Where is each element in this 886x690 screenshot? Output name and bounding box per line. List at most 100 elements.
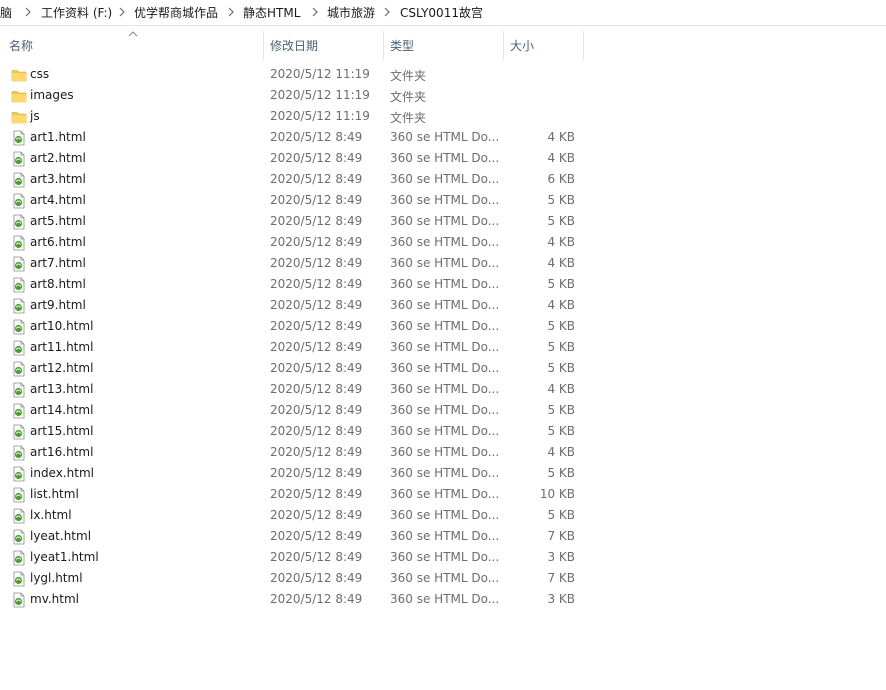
file-row[interactable]: art10.html 2020/5/12 8:49 360 se HTML Do..… <box>0 317 886 338</box>
file-type: 360 se HTML Do... <box>390 382 500 396</box>
file-size: 7 KB <box>547 529 575 543</box>
file-size: 10 KB <box>539 487 575 501</box>
file-size: 4 KB <box>547 445 575 459</box>
file-size: 5 KB <box>547 508 575 522</box>
file-row[interactable]: art4.html 2020/5/12 8:49 360 se HTML Do...… <box>0 191 886 212</box>
file-row[interactable]: mv.html 2020/5/12 8:49 360 se HTML Do... 3 … <box>0 590 886 611</box>
file-row[interactable]: art12.html 2020/5/12 8:49 360 se HTML Do..… <box>0 359 886 380</box>
file-row[interactable]: art15.html 2020/5/12 8:49 360 se HTML Do..… <box>0 422 886 443</box>
column-header-name[interactable]: 名称 <box>9 34 33 58</box>
file-type: 360 se HTML Do... <box>390 592 500 606</box>
file-date: 2020/5/12 8:49 <box>270 256 363 270</box>
file-type: 360 se HTML Do... <box>390 571 500 585</box>
file-type: 360 se HTML Do... <box>390 277 500 291</box>
file-row[interactable]: js 2020/5/12 11:19 文件夹 <box>0 107 886 128</box>
column-divider[interactable] <box>583 31 584 60</box>
file-size: 3 KB <box>547 550 575 564</box>
file-size: 4 KB <box>547 151 575 165</box>
file-row[interactable]: art13.html 2020/5/12 8:49 360 se HTML Do..… <box>0 380 886 401</box>
html-file-icon <box>11 193 27 209</box>
file-row[interactable]: art7.html 2020/5/12 8:49 360 se HTML Do...… <box>0 254 886 275</box>
file-row[interactable]: art16.html 2020/5/12 8:49 360 se HTML Do..… <box>0 443 886 464</box>
file-name: art13.html <box>30 382 94 396</box>
column-divider[interactable] <box>383 31 384 60</box>
file-row[interactable]: index.html 2020/5/12 8:49 360 se HTML Do..… <box>0 464 886 485</box>
breadcrumb-item-drive[interactable]: 工作资料 (F:) <box>41 4 112 21</box>
file-row[interactable]: art8.html 2020/5/12 8:49 360 se HTML Do...… <box>0 275 886 296</box>
file-date: 2020/5/12 8:49 <box>270 151 363 165</box>
file-row[interactable]: css 2020/5/12 11:19 文件夹 <box>0 65 886 86</box>
file-row[interactable]: list.html 2020/5/12 8:49 360 se HTML Do...… <box>0 485 886 506</box>
html-file-icon <box>11 508 27 524</box>
file-row[interactable]: art9.html 2020/5/12 8:49 360 se HTML Do...… <box>0 296 886 317</box>
chevron-right-icon[interactable] <box>310 5 320 19</box>
file-type: 360 se HTML Do... <box>390 256 500 270</box>
file-size: 7 KB <box>547 571 575 585</box>
breadcrumb-item-current-folder[interactable]: CSLY0011故宫 <box>400 4 483 21</box>
file-type: 360 se HTML Do... <box>390 466 500 480</box>
file-date: 2020/5/12 11:19 <box>270 67 370 81</box>
html-file-icon <box>11 571 27 587</box>
file-date: 2020/5/12 8:49 <box>270 172 363 186</box>
file-date: 2020/5/12 8:49 <box>270 298 363 312</box>
html-file-icon <box>11 235 27 251</box>
file-date: 2020/5/12 8:49 <box>270 466 363 480</box>
file-row[interactable]: art14.html 2020/5/12 8:49 360 se HTML Do..… <box>0 401 886 422</box>
column-header-type[interactable]: 类型 <box>390 34 414 58</box>
file-size: 5 KB <box>547 340 575 354</box>
breadcrumb-item-folder-city-travel[interactable]: 城市旅游 <box>327 4 375 21</box>
file-name: css <box>30 67 50 81</box>
file-row[interactable]: lyeat1.html 2020/5/12 8:49 360 se HTML Do.… <box>0 548 886 569</box>
file-size: 5 KB <box>547 277 575 291</box>
breadcrumb-item-folder-static-html[interactable]: 静态HTML <box>243 4 300 21</box>
file-date: 2020/5/12 8:49 <box>270 403 363 417</box>
html-file-icon <box>11 298 27 314</box>
file-size: 4 KB <box>547 256 575 270</box>
column-divider[interactable] <box>503 31 504 60</box>
file-name: js <box>30 109 40 123</box>
html-file-icon <box>11 319 27 335</box>
file-type: 360 se HTML Do... <box>390 403 500 417</box>
file-name: art7.html <box>30 256 86 270</box>
html-file-icon <box>11 550 27 566</box>
chevron-right-icon[interactable] <box>226 5 236 19</box>
file-size: 4 KB <box>547 130 575 144</box>
chevron-right-icon[interactable] <box>23 5 33 19</box>
html-file-icon <box>11 487 27 503</box>
file-type: 360 se HTML Do... <box>390 151 500 165</box>
file-date: 2020/5/12 8:49 <box>270 592 363 606</box>
html-file-icon <box>11 424 27 440</box>
file-size: 5 KB <box>547 319 575 333</box>
file-row[interactable]: art5.html 2020/5/12 8:49 360 se HTML Do...… <box>0 212 886 233</box>
file-row[interactable]: art11.html 2020/5/12 8:49 360 se HTML Do..… <box>0 338 886 359</box>
chevron-right-icon[interactable] <box>117 5 127 19</box>
file-row[interactable]: art3.html 2020/5/12 8:49 360 se HTML Do...… <box>0 170 886 191</box>
file-row[interactable]: lx.html 2020/5/12 8:49 360 se HTML Do... 5 … <box>0 506 886 527</box>
file-row[interactable]: images 2020/5/12 11:19 文件夹 <box>0 86 886 107</box>
column-header-date[interactable]: 修改日期 <box>270 34 318 58</box>
file-date: 2020/5/12 8:49 <box>270 550 363 564</box>
file-row[interactable]: lyeat.html 2020/5/12 8:49 360 se HTML Do..… <box>0 527 886 548</box>
file-name: lx.html <box>30 508 72 522</box>
chevron-right-icon[interactable] <box>382 5 392 19</box>
file-name: art12.html <box>30 361 94 375</box>
file-type: 文件夹 <box>390 90 427 104</box>
file-name: art16.html <box>30 445 94 459</box>
file-row[interactable]: art1.html 2020/5/12 8:49 360 se HTML Do...… <box>0 128 886 149</box>
column-header-size[interactable]: 大小 <box>510 34 534 58</box>
column-divider[interactable] <box>263 31 264 60</box>
html-file-icon <box>11 151 27 167</box>
file-type: 360 se HTML Do... <box>390 235 500 249</box>
folder-icon <box>11 88 27 104</box>
breadcrumb-item-computer[interactable]: 电脑 <box>0 4 12 21</box>
html-file-icon <box>11 361 27 377</box>
html-file-icon <box>11 214 27 230</box>
file-row[interactable]: art2.html 2020/5/12 8:49 360 se HTML Do...… <box>0 149 886 170</box>
breadcrumb-item-folder-works[interactable]: 优学帮商城作品 <box>134 4 218 21</box>
file-date: 2020/5/12 11:19 <box>270 88 370 102</box>
file-type: 360 se HTML Do... <box>390 193 500 207</box>
file-row[interactable]: art6.html 2020/5/12 8:49 360 se HTML Do...… <box>0 233 886 254</box>
file-type: 360 se HTML Do... <box>390 550 500 564</box>
file-row[interactable]: lygl.html 2020/5/12 8:49 360 se HTML Do...… <box>0 569 886 590</box>
file-name: art9.html <box>30 298 86 312</box>
